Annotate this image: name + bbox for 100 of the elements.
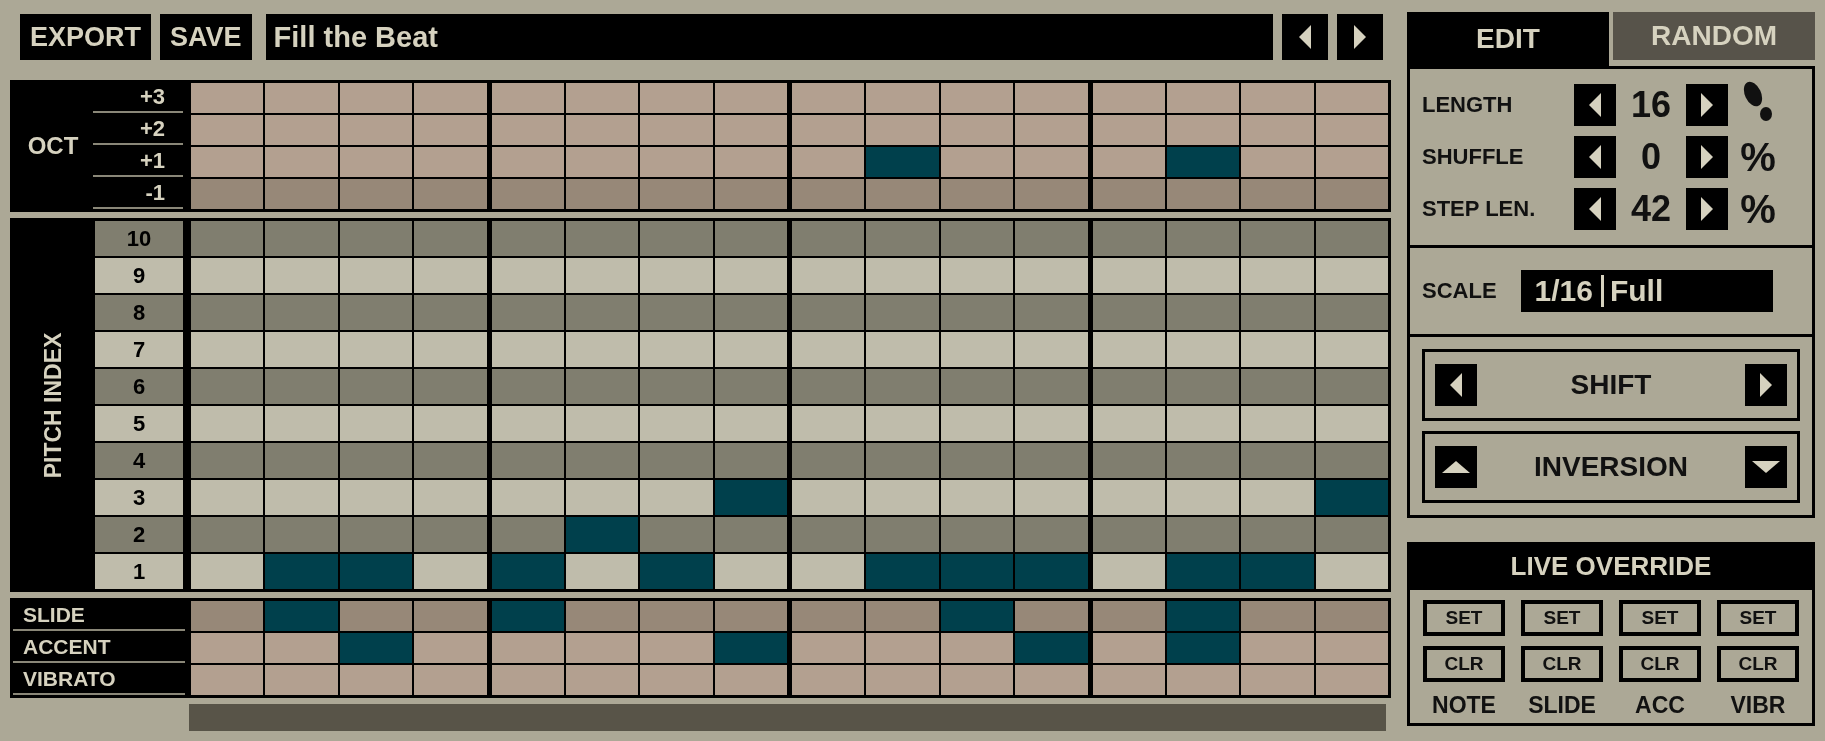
step-cell[interactable] — [1241, 258, 1314, 293]
step-cell[interactable] — [339, 115, 413, 145]
step-cell[interactable] — [1241, 369, 1314, 404]
step-cell[interactable] — [1315, 295, 1388, 330]
set-button[interactable]: SET — [1423, 600, 1505, 636]
step-cell[interactable] — [1315, 633, 1388, 663]
increase-button[interactable] — [1686, 136, 1728, 178]
step-cell[interactable] — [866, 295, 939, 330]
step-cell[interactable] — [491, 332, 564, 367]
step-cell[interactable] — [191, 601, 264, 631]
step-cell[interactable] — [491, 480, 564, 515]
step-cell[interactable] — [565, 517, 639, 552]
tab[interactable]: RANDOM — [1613, 12, 1815, 60]
step-cell[interactable] — [714, 517, 787, 552]
step-cell[interactable] — [940, 554, 1014, 589]
step-cell[interactable] — [866, 406, 939, 441]
step-cell[interactable] — [640, 83, 713, 113]
step-cell[interactable] — [640, 295, 713, 330]
step-cell[interactable] — [339, 480, 413, 515]
step-cell[interactable] — [491, 221, 564, 256]
step-cell[interactable] — [866, 83, 939, 113]
step-cell[interactable] — [191, 179, 264, 209]
step-cell[interactable] — [414, 295, 487, 330]
step-cell[interactable] — [714, 406, 787, 441]
step-cell[interactable] — [1241, 332, 1314, 367]
step-cell[interactable] — [714, 443, 787, 478]
decrease-button[interactable] — [1574, 136, 1616, 178]
step-cell[interactable] — [1015, 633, 1088, 663]
step-cell[interactable] — [191, 554, 264, 589]
step-cell[interactable] — [714, 369, 787, 404]
scale-field[interactable]: 1/16 Full — [1520, 270, 1773, 312]
step-cell[interactable] — [491, 179, 564, 209]
step-cell[interactable] — [1241, 83, 1314, 113]
set-button[interactable]: SET — [1717, 600, 1799, 636]
step-cell[interactable] — [414, 179, 487, 209]
step-cell[interactable] — [565, 443, 639, 478]
step-cell[interactable] — [339, 147, 413, 177]
step-cell[interactable] — [339, 633, 413, 663]
step-cell[interactable] — [414, 480, 487, 515]
step-cell[interactable] — [940, 83, 1014, 113]
step-cell[interactable] — [1092, 554, 1165, 589]
tab[interactable]: EDIT — [1407, 12, 1609, 66]
step-cell[interactable] — [339, 406, 413, 441]
step-cell[interactable] — [1315, 406, 1388, 441]
clear-button[interactable]: CLR — [1521, 646, 1603, 682]
step-cell[interactable] — [1015, 332, 1088, 367]
step-cell[interactable] — [940, 601, 1014, 631]
step-cell[interactable] — [339, 665, 413, 695]
step-cell[interactable] — [265, 115, 338, 145]
step-cell[interactable] — [265, 480, 338, 515]
step-cell[interactable] — [191, 665, 264, 695]
step-cell[interactable] — [866, 258, 939, 293]
step-cell[interactable] — [940, 295, 1014, 330]
step-cell[interactable] — [1092, 147, 1165, 177]
step-cell[interactable] — [191, 517, 264, 552]
step-cell[interactable] — [265, 517, 338, 552]
step-cell[interactable] — [640, 406, 713, 441]
step-cell[interactable] — [792, 147, 865, 177]
step-cell[interactable] — [1315, 443, 1388, 478]
step-cell[interactable] — [1166, 369, 1240, 404]
step-cell[interactable] — [565, 295, 639, 330]
step-cell[interactable] — [414, 147, 487, 177]
step-cell[interactable] — [565, 115, 639, 145]
step-cell[interactable] — [1092, 369, 1165, 404]
step-cell[interactable] — [1241, 517, 1314, 552]
step-cell[interactable] — [1015, 480, 1088, 515]
step-cell[interactable] — [714, 601, 787, 631]
step-cell[interactable] — [265, 332, 338, 367]
step-cell[interactable] — [1315, 369, 1388, 404]
step-cell[interactable] — [414, 83, 487, 113]
step-cell[interactable] — [1166, 517, 1240, 552]
step-cell[interactable] — [265, 406, 338, 441]
step-cell[interactable] — [339, 221, 413, 256]
step-cell[interactable] — [339, 443, 413, 478]
step-cell[interactable] — [1092, 115, 1165, 145]
step-cell[interactable] — [1166, 480, 1240, 515]
step-cell[interactable] — [491, 554, 564, 589]
step-cell[interactable] — [640, 332, 713, 367]
step-cell[interactable] — [339, 179, 413, 209]
step-cell[interactable] — [1092, 443, 1165, 478]
step-cell[interactable] — [565, 332, 639, 367]
step-cell[interactable] — [339, 369, 413, 404]
step-cell[interactable] — [866, 601, 939, 631]
step-cell[interactable] — [1241, 115, 1314, 145]
step-cell[interactable] — [414, 633, 487, 663]
step-cell[interactable] — [792, 633, 865, 663]
step-cell[interactable] — [1092, 633, 1165, 663]
step-cell[interactable] — [565, 554, 639, 589]
step-cell[interactable] — [491, 147, 564, 177]
step-cell[interactable] — [1241, 480, 1314, 515]
step-cell[interactable] — [414, 115, 487, 145]
step-cell[interactable] — [792, 406, 865, 441]
step-cell[interactable] — [1092, 601, 1165, 631]
step-cell[interactable] — [714, 332, 787, 367]
step-cell[interactable] — [339, 332, 413, 367]
step-cell[interactable] — [191, 83, 264, 113]
step-cell[interactable] — [1315, 115, 1388, 145]
step-cell[interactable] — [792, 443, 865, 478]
step-cell[interactable] — [565, 633, 639, 663]
down-button[interactable] — [1745, 446, 1787, 488]
